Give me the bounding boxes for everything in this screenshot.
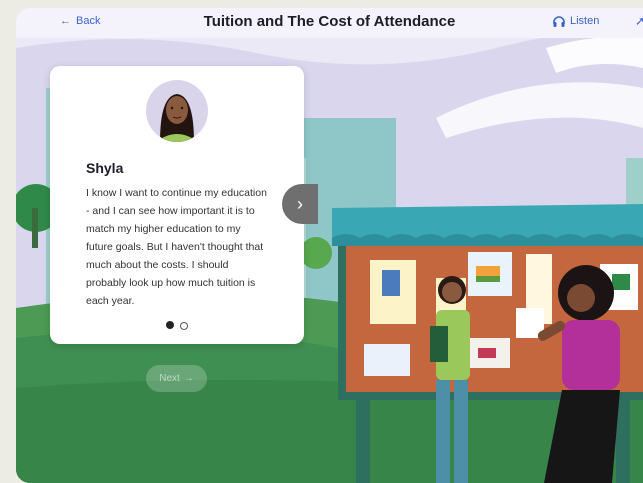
headphones-icon (553, 15, 565, 27)
listen-button[interactable]: Listen (553, 15, 599, 27)
next-button[interactable]: Next → (146, 365, 207, 392)
arrow-right-icon: → (183, 373, 194, 384)
share-icon[interactable]: ➚ (635, 14, 643, 28)
character-quote: I know I want to continue my education -… (86, 187, 267, 307)
page-title: Tuition and The Cost of Attendance (203, 13, 456, 30)
top-bar: ← Back Tuition and The Cost of Attendanc… (16, 8, 643, 38)
avatar (146, 80, 208, 142)
next-card-button[interactable]: › (282, 184, 318, 224)
listen-label: Listen (570, 15, 600, 27)
character-card: Shyla I know I want to continue my educa… (50, 66, 304, 344)
pager-dot-1[interactable] (166, 321, 174, 329)
character-name: Shyla (86, 160, 124, 176)
next-label: Next (159, 373, 180, 384)
avatar-illustration (156, 94, 198, 142)
pager-dot-2[interactable] (180, 322, 188, 330)
pager-dots (166, 321, 188, 330)
chevron-right-icon: › (297, 193, 303, 214)
lesson-frame: ← Back Tuition and The Cost of Attendanc… (16, 8, 643, 483)
